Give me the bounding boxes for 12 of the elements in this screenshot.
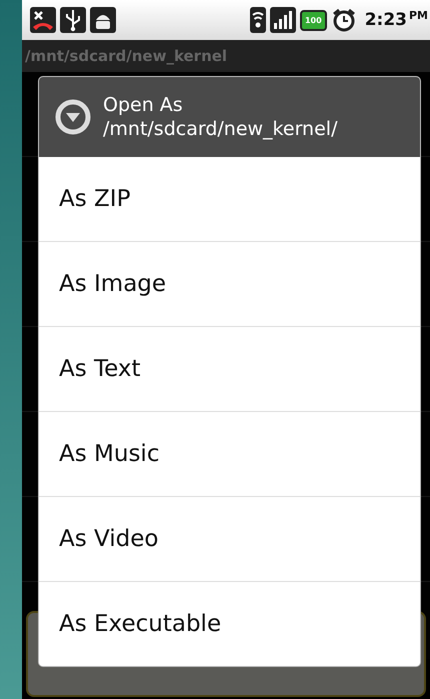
signal-icon	[270, 7, 296, 33]
menu-item[interactable]: As Executable	[39, 581, 420, 666]
clock-period: PM	[408, 9, 428, 24]
missed-call-icon	[30, 7, 56, 33]
dialog-path: /mnt/sdcard/new_kernel/	[103, 117, 338, 141]
wifi-icon	[250, 7, 266, 33]
clock-time: 2:23	[364, 10, 407, 30]
dialog-title: Open As	[103, 93, 184, 117]
current-path: /mnt/sdcard/new_kernel	[25, 47, 228, 65]
alarm-clock-icon	[330, 7, 357, 33]
battery-level: 100	[300, 10, 327, 30]
usb-icon	[60, 7, 86, 33]
